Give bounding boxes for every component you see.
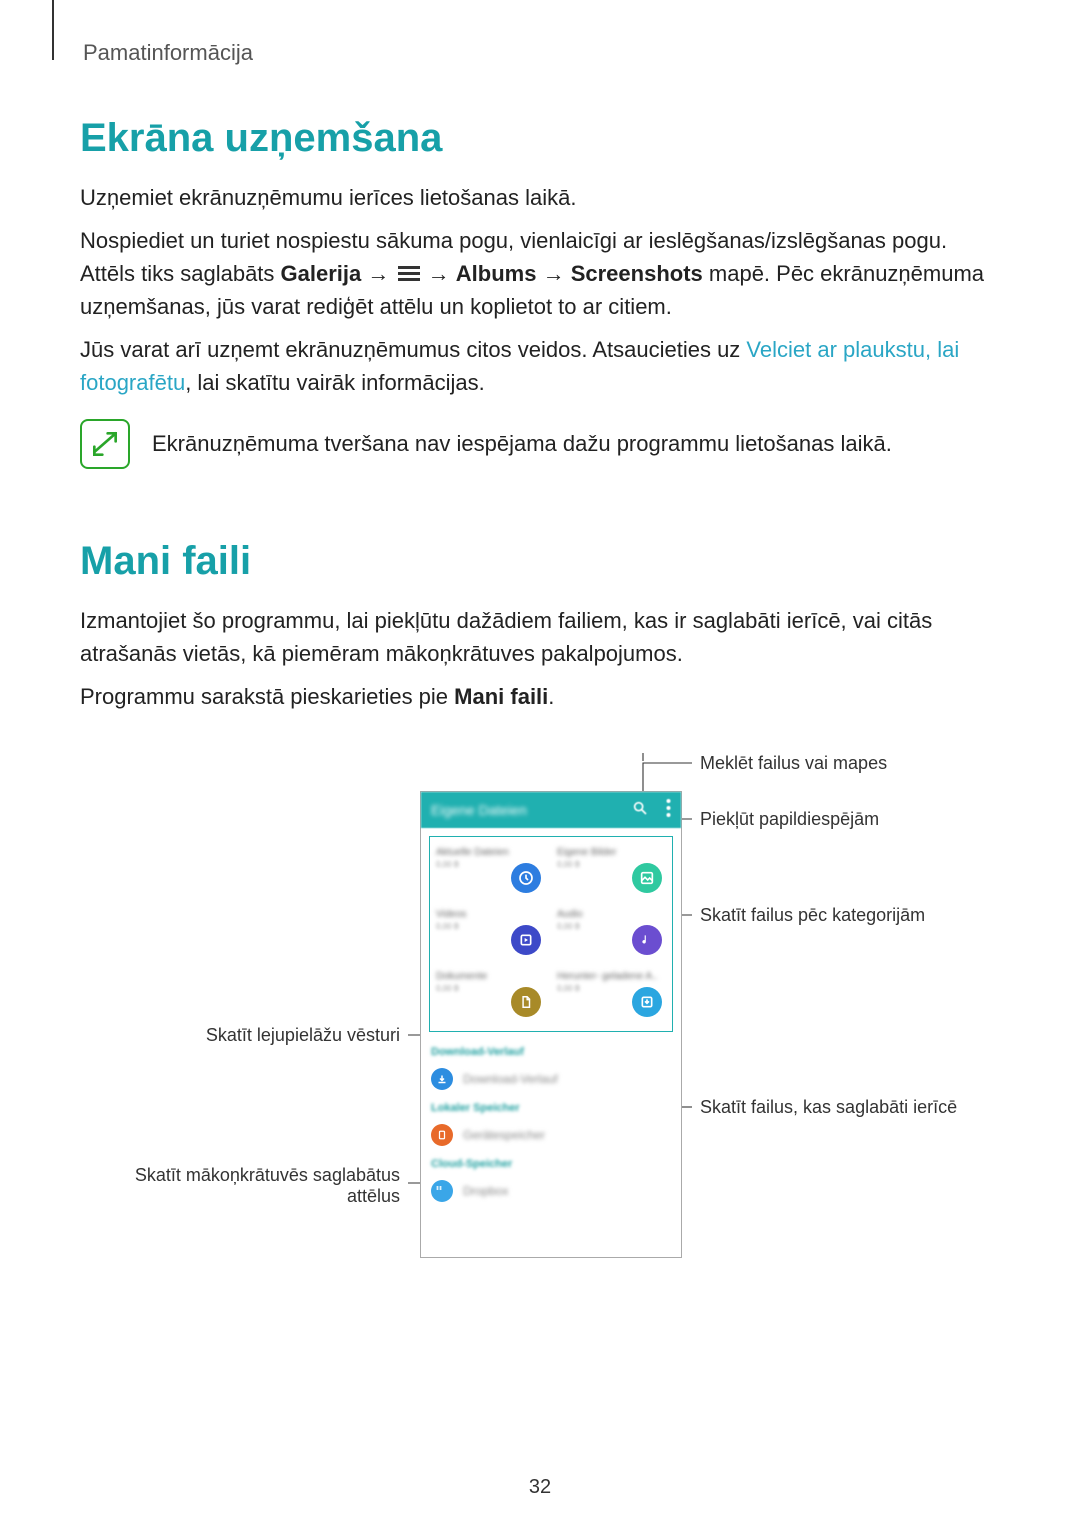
my-files-figure: Meklēt failus vai mapes Piekļūt papildie… — [80, 753, 1000, 1293]
section-cloud-storage: Cloud-Speicher — [431, 1158, 671, 1170]
item-device-storage[interactable]: Gerätespeicher — [431, 1120, 671, 1150]
cat-documents[interactable]: Dokumente 0,00 B — [430, 965, 551, 1027]
cat-images[interactable]: Eigene Bilder 0,00 B — [551, 841, 672, 903]
page-number: 32 — [0, 1476, 1080, 1499]
video-icon — [511, 925, 541, 955]
phone-mock: Eigene Dateien Aktuelle Dateien 0,00 B — [420, 791, 682, 1258]
device-small-icon — [431, 1124, 453, 1146]
category-grid: Aktuelle Dateien 0,00 B Eigene Bilder 0,… — [429, 836, 673, 1032]
download-small-icon — [431, 1068, 453, 1090]
menu-icon — [398, 263, 420, 284]
sec2-p2: Programmu sarakstā pieskarieties pie Man… — [80, 680, 1000, 713]
sec1-p1: Uzņemiet ekrānuzņēmumu ierīces lietošana… — [80, 181, 1000, 214]
sec1-p3: Jūs varat arī uzņemt ekrānuzņēmumus cito… — [80, 333, 1000, 399]
clock-icon — [511, 863, 541, 893]
sec2-p1: Izmantojiet šo programmu, lai piekļūtu d… — [80, 604, 1000, 670]
note-text: Ekrānuzņēmuma tveršana nav iespējama daž… — [152, 429, 892, 460]
item-download-history[interactable]: Download-Verlauf — [431, 1064, 671, 1094]
image-icon — [632, 863, 662, 893]
dropbox-small-icon — [431, 1180, 453, 1202]
breadcrumb: Pamatinformācija — [80, 40, 1000, 66]
sec1-p2: Nospiediet un turiet nospiestu sākuma po… — [80, 224, 1000, 323]
cat-videos[interactable]: Videos 0,00 B — [430, 903, 551, 965]
search-icon[interactable] — [632, 800, 648, 821]
note-icon — [80, 419, 130, 469]
doc-icon — [511, 987, 541, 1017]
cat-downloads[interactable]: Herunter- geladene A.. 0,00 B — [551, 965, 672, 1027]
app-title: Eigene Dateien — [431, 802, 527, 818]
cat-audio[interactable]: Audio 0,00 B — [551, 903, 672, 965]
music-icon — [632, 925, 662, 955]
section-download-history: Download-Verlauf — [431, 1046, 671, 1058]
more-icon[interactable] — [666, 799, 671, 822]
section-local-storage: Lokaler Speicher — [431, 1102, 671, 1114]
download-icon — [632, 987, 662, 1017]
item-dropbox[interactable]: Dropbox — [431, 1176, 671, 1206]
cat-recent[interactable]: Aktuelle Dateien 0,00 B — [430, 841, 551, 903]
section2-title: Mani faili — [80, 539, 1000, 584]
section1-title: Ekrāna uzņemšana — [80, 116, 1000, 161]
